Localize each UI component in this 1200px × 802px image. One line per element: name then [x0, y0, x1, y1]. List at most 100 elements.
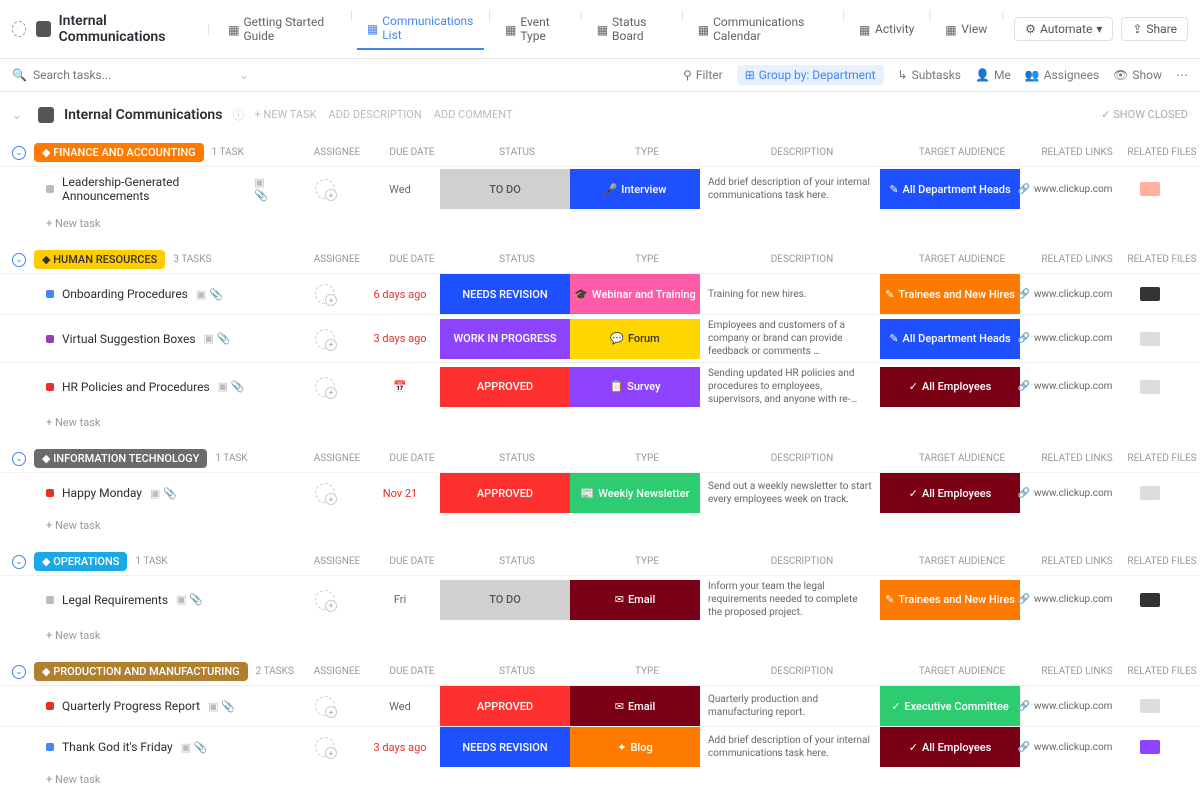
show-closed-button[interactable]: ✓ SHOW CLOSED — [1101, 108, 1188, 121]
due-date-cell[interactable]: Nov 21 — [360, 487, 440, 500]
view-tab[interactable]: ▦Activity — [849, 8, 924, 50]
audience-pill[interactable]: ✎ Trainees and New Hires — [880, 580, 1020, 620]
status-pill[interactable]: APPROVED — [440, 686, 570, 726]
task-row[interactable]: Happy Monday▣ 📎Nov 21APPROVED📰 Weekly Ne… — [0, 472, 1200, 513]
collapse-all-icon[interactable]: ⌄ — [12, 108, 22, 122]
audience-pill[interactable]: ✓ All Employees — [880, 473, 1020, 513]
subtasks-button[interactable]: ↳ Subtasks — [898, 68, 961, 82]
assignee-add-icon[interactable] — [315, 284, 335, 304]
status-pill[interactable]: NEEDS REVISION — [440, 727, 570, 767]
task-name[interactable]: Legal Requirements — [62, 593, 168, 607]
add-comment-button[interactable]: ADD COMMENT — [434, 108, 513, 121]
status-pill[interactable]: APPROVED — [440, 367, 570, 407]
filter-button[interactable]: ⚲ Filter — [683, 68, 723, 82]
file-cell[interactable] — [1110, 486, 1190, 500]
chevron-down-icon[interactable]: ⌄ — [239, 68, 249, 82]
file-cell[interactable] — [1110, 740, 1190, 754]
share-button[interactable]: ⇪ Share — [1121, 17, 1188, 41]
status-pill[interactable]: WORK IN PROGRESS — [440, 319, 570, 359]
assignee-cell[interactable] — [290, 737, 360, 757]
group-by-button[interactable]: ⊞ Group by: Department — [737, 65, 884, 85]
due-date-cell[interactable]: 📅 — [360, 380, 440, 393]
task-row[interactable]: Quarterly Progress Report▣ 📎WedAPPROVED✉… — [0, 685, 1200, 726]
show-button[interactable]: 👁 Show — [1113, 68, 1162, 82]
automate-button[interactable]: ⚙ Automate ▾ — [1014, 17, 1113, 41]
group-chip[interactable]: ◆ Finance and Accounting — [34, 143, 204, 162]
link-cell[interactable]: 🔗www.clickup.com — [1020, 742, 1110, 753]
task-name[interactable]: Thank God it's Friday — [62, 740, 173, 754]
collapse-icon[interactable]: ⌄ — [12, 555, 26, 569]
assignee-cell[interactable] — [290, 590, 360, 610]
audience-pill[interactable]: ✓ Executive Committee — [880, 686, 1020, 726]
type-pill[interactable]: ✦ Blog — [570, 727, 700, 767]
link-cell[interactable]: 🔗www.clickup.com — [1020, 289, 1110, 300]
type-pill[interactable]: ✉ Email — [570, 686, 700, 726]
file-cell[interactable] — [1110, 699, 1190, 713]
view-tab[interactable]: ▦Getting Started Guide — [218, 8, 346, 50]
type-pill[interactable]: 📰 Weekly Newsletter — [570, 473, 700, 513]
type-pill[interactable]: ✉ Email — [570, 580, 700, 620]
type-pill[interactable]: 📋 Survey — [570, 367, 700, 407]
group-chip[interactable]: ◆ Production and Manufacturing — [34, 662, 248, 681]
assignee-cell[interactable] — [290, 329, 360, 349]
task-row[interactable]: Onboarding Procedures▣ 📎6 days agoNEEDS … — [0, 273, 1200, 314]
status-pill[interactable]: APPROVED — [440, 473, 570, 513]
due-date-cell[interactable]: 3 days ago — [360, 741, 440, 754]
task-row[interactable]: HR Policies and Procedures▣ 📎📅APPROVED📋 … — [0, 362, 1200, 410]
file-cell[interactable] — [1110, 332, 1190, 346]
task-name[interactable]: HR Policies and Procedures — [62, 380, 210, 394]
assignee-add-icon[interactable] — [315, 737, 335, 757]
view-tab[interactable]: ▦Status Board — [587, 8, 677, 50]
status-pill[interactable]: NEEDS REVISION — [440, 274, 570, 314]
more-icon[interactable]: ⋯ — [1176, 68, 1188, 82]
status-pill[interactable]: TO DO — [440, 169, 570, 209]
file-cell[interactable] — [1110, 287, 1190, 301]
file-cell[interactable] — [1110, 182, 1190, 196]
link-cell[interactable]: 🔗www.clickup.com — [1020, 381, 1110, 392]
file-cell[interactable] — [1110, 593, 1190, 607]
task-row[interactable]: Legal Requirements▣ 📎FriTO DO✉ EmailInfo… — [0, 575, 1200, 623]
assignee-add-icon[interactable] — [315, 329, 335, 349]
type-pill[interactable]: 🎤 Interview — [570, 169, 700, 209]
task-name[interactable]: Onboarding Procedures — [62, 287, 188, 301]
view-tab[interactable]: ▦Communications Calendar — [688, 8, 838, 50]
due-date-cell[interactable]: 3 days ago — [360, 332, 440, 345]
new-task-row[interactable]: + New task — [0, 767, 1200, 792]
collapse-icon[interactable]: ⌄ — [12, 665, 26, 679]
link-cell[interactable]: 🔗www.clickup.com — [1020, 333, 1110, 344]
new-task-button[interactable]: + NEW TASK — [254, 108, 316, 121]
audience-pill[interactable]: ✓ All Employees — [880, 367, 1020, 407]
task-name[interactable]: Happy Monday — [62, 486, 142, 500]
assignee-cell[interactable] — [290, 696, 360, 716]
search-input[interactable] — [33, 68, 233, 82]
task-row[interactable]: Virtual Suggestion Boxes▣ 📎3 days agoWOR… — [0, 314, 1200, 362]
assignee-add-icon[interactable] — [315, 483, 335, 503]
audience-pill[interactable]: ✎ Trainees and New Hires — [880, 274, 1020, 314]
link-cell[interactable]: 🔗www.clickup.com — [1020, 488, 1110, 499]
assignee-cell[interactable] — [290, 377, 360, 397]
new-task-row[interactable]: + New task — [0, 513, 1200, 538]
audience-pill[interactable]: ✓ All Employees — [880, 727, 1020, 767]
new-task-row[interactable]: + New task — [0, 623, 1200, 648]
assignee-add-icon[interactable] — [315, 590, 335, 610]
view-tab[interactable]: ▦View — [935, 8, 997, 50]
collapse-icon[interactable]: ⌄ — [12, 146, 26, 160]
assignee-cell[interactable] — [290, 483, 360, 503]
task-name[interactable]: Virtual Suggestion Boxes — [62, 332, 196, 346]
new-task-row[interactable]: + New task — [0, 410, 1200, 435]
link-cell[interactable]: 🔗www.clickup.com — [1020, 701, 1110, 712]
link-cell[interactable]: 🔗www.clickup.com — [1020, 184, 1110, 195]
due-date-cell[interactable]: Wed — [360, 700, 440, 713]
group-chip[interactable]: ◆ Human Resources — [34, 250, 165, 269]
assignee-cell[interactable] — [290, 284, 360, 304]
assignee-cell[interactable] — [290, 179, 360, 199]
assignee-add-icon[interactable] — [315, 377, 335, 397]
new-task-row[interactable]: + New task — [0, 211, 1200, 236]
me-button[interactable]: 👤 Me — [975, 68, 1011, 82]
link-cell[interactable]: 🔗www.clickup.com — [1020, 594, 1110, 605]
status-pill[interactable]: TO DO — [440, 580, 570, 620]
audience-pill[interactable]: ✎ All Department Heads — [880, 319, 1020, 359]
view-tab[interactable]: ▦Event Type — [495, 8, 576, 50]
view-tab[interactable]: ▦Communications List — [357, 8, 484, 50]
info-icon[interactable]: ⓘ — [232, 106, 244, 123]
